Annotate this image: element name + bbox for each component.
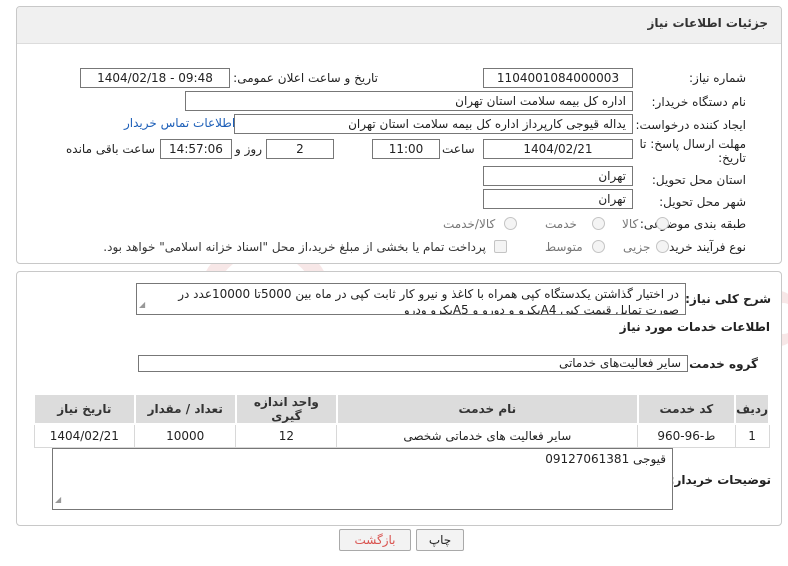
col-header-need-date: تاریخ نیاز xyxy=(33,393,136,425)
col-header-quantity: تعداد / مقدار xyxy=(133,393,237,425)
announce-date-label: تاریخ و ساعت اعلان عمومی: xyxy=(233,71,378,85)
treasury-payment-checkbox[interactable] xyxy=(494,240,507,253)
services-table: ردیف کد خدمت نام خدمت واحد اندازه گیری ت… xyxy=(33,393,770,448)
remaining-time-label: ساعت باقی مانده xyxy=(66,142,156,156)
cell-unit: 12 xyxy=(235,423,338,448)
print-button[interactable]: چاپ xyxy=(416,529,464,551)
description-textarea: در اختیار گذاشتن یکدستگاه کپی همراه با ک… xyxy=(136,283,686,315)
treasury-payment-note: پرداخت تمام یا بخشی از مبلغ خرید،از محل … xyxy=(103,240,486,254)
service-group-label: گروه خدمت: xyxy=(684,357,758,371)
service-group-field: سایر فعالیت‌های خدماتی xyxy=(138,355,688,372)
cell-service-code: ط-96-960 xyxy=(637,423,736,448)
category-radio-goods[interactable] xyxy=(656,217,669,230)
description-label: شرح کلی نیاز: xyxy=(685,292,771,306)
city-label: شهر محل تحویل: xyxy=(659,195,746,209)
category-option-service: خدمت xyxy=(545,217,577,231)
process-radio-medium[interactable] xyxy=(592,240,605,253)
remaining-days-field: 2 xyxy=(266,139,334,159)
resize-handle-icon: ◢ xyxy=(55,495,62,504)
category-radio-goods-service[interactable] xyxy=(504,217,517,230)
resize-handle-icon: ◢ xyxy=(139,300,146,309)
deadline-label: مهلت ارسال پاسخ: تا xyxy=(639,137,746,151)
buyer-org-label: نام دستگاه خریدار: xyxy=(651,95,747,109)
province-field: تهران xyxy=(483,166,633,186)
announce-date-field: 1404/02/18 - 09:48 xyxy=(80,68,230,88)
deadline-time-field: 11:00 xyxy=(372,139,440,159)
category-option-goods-service: کالا/خدمت xyxy=(443,217,496,231)
need-number-label: شماره نیاز: xyxy=(689,71,746,85)
cell-need-date: 1404/02/21 xyxy=(33,423,136,448)
category-option-goods: کالا xyxy=(622,217,639,231)
need-number-field: 1104001084000003 xyxy=(483,68,633,88)
process-option-medium: متوسط xyxy=(545,240,583,254)
col-header-unit: واحد اندازه گیری xyxy=(234,393,338,425)
remaining-time-field: 14:57:06 xyxy=(160,139,232,159)
deadline-time-label: ساعت xyxy=(442,142,475,156)
services-section-title: اطلاعات خدمات مورد نیاز xyxy=(619,320,770,334)
province-label: استان محل تحویل: xyxy=(651,173,746,187)
deadline-date-label: تاریخ: xyxy=(718,151,746,165)
page-title: جزئیات اطلاعات نیاز xyxy=(647,16,768,30)
col-header-service-code: کد خدمت xyxy=(636,393,737,425)
buyer-notes-label: توضیحات خریدار: xyxy=(669,473,771,487)
buyer-notes-textarea: قیوجی 09127061381 ◢ xyxy=(52,448,673,510)
table-header-row: ردیف کد خدمت نام خدمت واحد اندازه گیری ت… xyxy=(33,393,770,425)
creator-label: ایجاد کننده درخواست: xyxy=(635,118,746,132)
col-header-row-number: ردیف xyxy=(734,393,770,425)
city-field: تهران xyxy=(483,189,633,209)
back-button[interactable]: بازگشت xyxy=(339,529,411,551)
cell-quantity: 10000 xyxy=(134,423,237,448)
table-row: 1 ط-96-960 سایر فعالیت های خدماتی شخصی 1… xyxy=(33,423,770,448)
days-label: روز و xyxy=(235,142,262,156)
process-option-minor: جزیی xyxy=(623,240,651,254)
creator-field: یداله قیوجی کارپرداز اداره کل بیمه سلامت… xyxy=(234,114,633,134)
process-type-label: نوع فرآیند خرید : xyxy=(661,240,746,254)
cell-row-number: 1 xyxy=(734,423,770,448)
process-radio-minor[interactable] xyxy=(656,240,669,253)
cell-service-name: سایر فعالیت های خدماتی شخصی xyxy=(336,423,639,448)
deadline-date-field: 1404/02/21 xyxy=(483,139,633,159)
buyer-org-field: اداره کل بیمه سلامت استان تهران xyxy=(185,91,633,111)
buyer-notes-text: قیوجی 09127061381 xyxy=(545,452,666,466)
category-radio-service[interactable] xyxy=(592,217,605,230)
col-header-service-name: نام خدمت xyxy=(335,393,639,425)
description-text: در اختیار گذاشتن یکدستگاه کپی همراه با ک… xyxy=(178,287,679,315)
buyer-contact-link[interactable]: اطلاعات تماس خریدار xyxy=(124,116,235,130)
